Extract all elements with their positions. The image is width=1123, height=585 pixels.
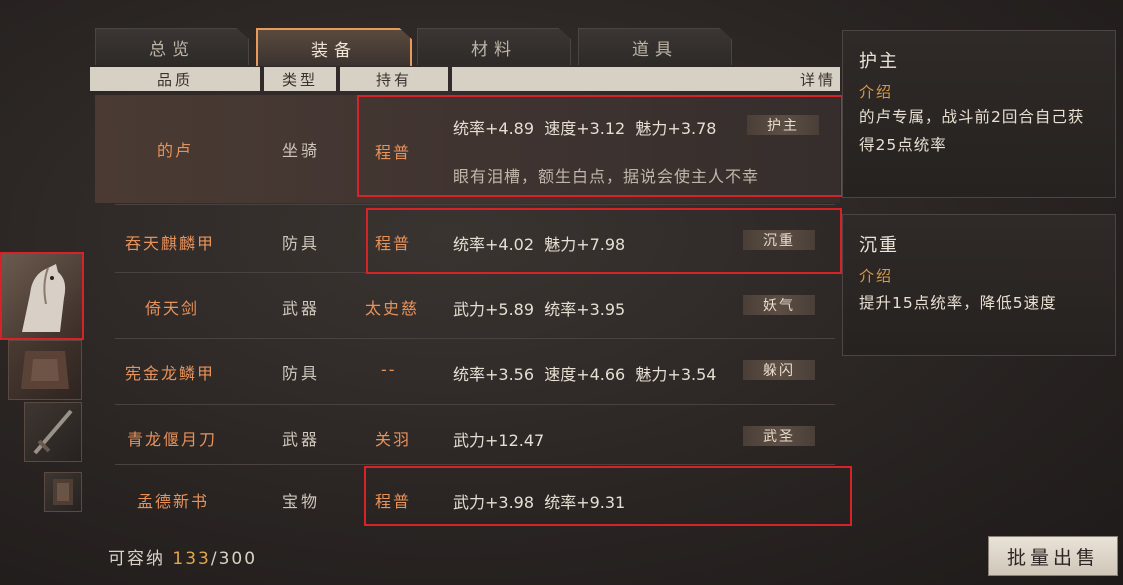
item-owner: -- <box>381 360 397 379</box>
sword-thumbnail[interactable] <box>24 402 82 462</box>
table-row[interactable]: 倚天剑 武器 太史慈 武力+5.89 统率+3.95 妖气 <box>95 274 835 336</box>
item-type: 武器 <box>282 430 321 449</box>
item-type: 防具 <box>282 234 321 253</box>
tab-overview[interactable]: 总览 <box>95 28 249 65</box>
column-header-detail-label: 详情 <box>799 70 836 89</box>
item-type: 坐骑 <box>282 141 321 160</box>
column-header-detail: 详情 <box>452 67 840 91</box>
capacity-total: /300 <box>210 549 258 569</box>
panel-text: 提升15点统率，降低5速度 <box>859 294 1057 312</box>
panel-subtitle: 介绍 <box>859 267 894 285</box>
column-header-quality[interactable]: 品质 <box>90 67 260 91</box>
capacity-text: 可容纳 133/300 <box>108 544 257 569</box>
row-divider <box>115 464 835 465</box>
item-type: 防具 <box>282 364 321 383</box>
skill-detail-panel: 护主 介绍 的卢专属，战斗前2回合自己获得25点统率 <box>842 30 1116 198</box>
row-divider <box>115 338 835 339</box>
panel-title: 护主 <box>859 51 899 72</box>
item-name: 吞天麒麟甲 <box>125 234 216 253</box>
tab-materials[interactable]: 材料 <box>417 28 571 65</box>
item-name: 倚天剑 <box>145 299 200 318</box>
item-owner: 太史慈 <box>365 299 420 318</box>
horse-thumbnail[interactable] <box>0 252 84 340</box>
item-name: 孟德新书 <box>137 492 210 511</box>
armor-thumbnail[interactable] <box>8 340 82 400</box>
skill-detail-panel: 沉重 介绍 提升15点统率，降低5速度 <box>842 214 1116 356</box>
item-tag-button[interactable]: 妖气 <box>743 295 815 315</box>
table-row[interactable]: 宪金龙鳞甲 防具 -- 统率+3.56 速度+4.66 魅力+3.54 躲闪 <box>95 340 835 402</box>
capacity-label: 可容纳 <box>108 549 173 569</box>
tab-equipment[interactable]: 装备 <box>256 28 412 66</box>
panel-title: 沉重 <box>859 235 899 256</box>
table-row[interactable]: 青龙偃月刀 武器 关羽 武力+12.47 武圣 <box>95 406 835 464</box>
item-stats: 统率+3.56 速度+4.66 魅力+3.54 <box>453 365 717 384</box>
tab-items[interactable]: 道具 <box>578 28 732 65</box>
capacity-used: 133 <box>172 549 211 569</box>
column-header-type[interactable]: 类型 <box>264 67 336 91</box>
panel-text: 的卢专属，战斗前2回合自己获得25点统率 <box>859 108 1085 154</box>
sword-icon <box>33 409 73 455</box>
armor-icon <box>21 351 69 389</box>
item-name: 青龙偃月刀 <box>127 430 218 449</box>
item-type: 宝物 <box>282 492 321 511</box>
item-type: 武器 <box>282 299 321 318</box>
item-stats: 武力+5.89 统率+3.95 <box>453 300 626 319</box>
item-thumbnail[interactable] <box>44 472 82 512</box>
item-stats: 武力+12.47 <box>453 431 545 450</box>
panel-subtitle: 介绍 <box>859 83 894 101</box>
row-divider <box>115 404 835 405</box>
item-tag-button[interactable]: 武圣 <box>743 426 815 446</box>
batch-sell-button[interactable]: 批量出售 <box>988 536 1118 576</box>
highlight-box <box>364 466 852 526</box>
column-header-owner[interactable]: 持有 <box>340 67 448 91</box>
item-name: 宪金龙鳞甲 <box>125 364 216 383</box>
highlight-box <box>357 95 843 197</box>
item-name: 的卢 <box>157 141 194 160</box>
highlight-box <box>366 208 842 274</box>
item-owner: 关羽 <box>375 430 412 449</box>
horse-icon <box>22 264 66 332</box>
item-tag-button[interactable]: 躲闪 <box>743 360 815 380</box>
row-divider <box>115 204 835 205</box>
book-icon <box>53 479 73 505</box>
